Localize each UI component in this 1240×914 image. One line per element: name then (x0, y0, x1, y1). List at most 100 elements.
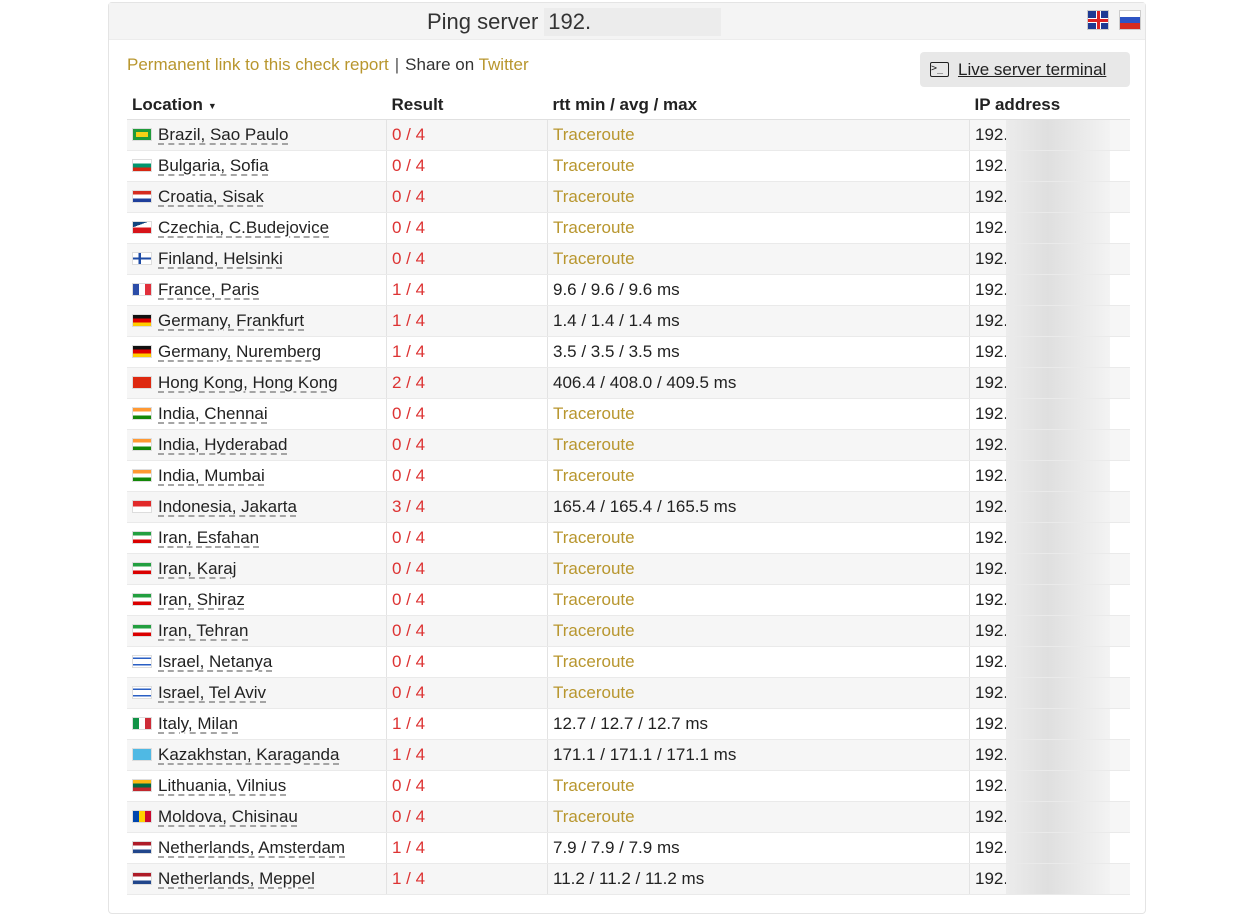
traceroute-link[interactable]: Traceroute (547, 212, 970, 244)
ip-redaction (1006, 306, 1110, 336)
germany-flag-icon (132, 314, 152, 327)
traceroute-link[interactable]: Traceroute (547, 398, 970, 430)
result-cell: 0 / 4 (386, 119, 548, 151)
location-link[interactable]: Lithuania, Vilnius (158, 776, 286, 795)
col-location[interactable]: Location ▼ (127, 91, 387, 120)
traceroute-link[interactable]: Traceroute (547, 429, 970, 461)
ip-prefix: 192. (975, 621, 1009, 640)
location-link[interactable]: France, Paris (158, 280, 259, 299)
live-terminal-button[interactable]: >_ Live server terminal (920, 52, 1130, 87)
ip-prefix: 192. (975, 559, 1009, 578)
result-cell: 0 / 4 (386, 677, 548, 709)
ip-prefix: 192. (975, 125, 1009, 144)
location-link[interactable]: India, Mumbai (158, 466, 265, 485)
live-terminal-label: Live server terminal (958, 59, 1107, 79)
table-header-row: Location ▼ Result rtt min / avg / max IP … (127, 91, 1130, 120)
location-link[interactable]: Germany, Frankfurt (158, 311, 304, 330)
location-link[interactable]: Hong Kong, Hong Kong (158, 373, 338, 392)
location-link[interactable]: Iran, Esfahan (158, 528, 259, 547)
location-link[interactable]: India, Hyderabad (158, 435, 287, 454)
location-link[interactable]: Israel, Tel Aviv (158, 683, 266, 702)
ip-redaction (1006, 275, 1110, 305)
title-text: Ping server (427, 9, 539, 34)
ip-cell: 192. (969, 305, 1130, 337)
results-table: Location ▼ Result rtt min / avg / max IP … (127, 91, 1130, 895)
location-link[interactable]: Italy, Milan (158, 714, 238, 733)
result-cell: 0 / 4 (386, 522, 548, 554)
location-cell: Moldova, Chisinau (127, 801, 387, 833)
page-title: Ping server 192. (427, 8, 722, 36)
ip-prefix: 192. (975, 373, 1009, 392)
location-link[interactable]: Croatia, Sisak (158, 187, 264, 206)
result-cell: 0 / 4 (386, 398, 548, 430)
ip-prefix: 192. (975, 435, 1009, 454)
ip-redaction (1006, 802, 1110, 832)
location-link[interactable]: Netherlands, Meppel (158, 869, 315, 888)
traceroute-link[interactable]: Traceroute (547, 646, 970, 678)
traceroute-link[interactable]: Traceroute (547, 677, 970, 709)
location-link[interactable]: Czechia, C.Budejovice (158, 218, 329, 237)
location-link[interactable]: Netherlands, Amsterdam (158, 838, 345, 857)
links-separator: | (394, 55, 400, 74)
result-cell: 1 / 4 (386, 274, 548, 306)
ip-prefix: 192. (975, 311, 1009, 330)
ip-redaction (1006, 585, 1110, 615)
location-link[interactable]: Iran, Tehran (158, 621, 248, 640)
report-links: Permanent link to this check report | Shar… (127, 55, 529, 75)
location-link[interactable]: Indonesia, Jakarta (158, 497, 297, 516)
twitter-link[interactable]: Twitter (479, 55, 529, 74)
location-link[interactable]: Finland, Helsinki (158, 249, 283, 268)
ip-cell: 192. (969, 460, 1130, 492)
ip-redaction (1006, 771, 1110, 801)
traceroute-link[interactable]: Traceroute (547, 522, 970, 554)
check-report-panel: Ping server 192. Permanent link to this … (108, 2, 1146, 914)
traceroute-link[interactable]: Traceroute (547, 181, 970, 213)
location-link[interactable]: Israel, Netanya (158, 652, 272, 671)
col-result: Result (386, 91, 548, 120)
location-link[interactable]: Brazil, Sao Paulo (158, 125, 288, 144)
ip-redaction (1006, 399, 1110, 429)
traceroute-link[interactable]: Traceroute (547, 584, 970, 616)
result-cell: 0 / 4 (386, 150, 548, 182)
permalink-link[interactable]: Permanent link to this check report (127, 55, 389, 74)
israel-flag-icon (132, 655, 152, 668)
location-link[interactable]: Bulgaria, Sofia (158, 156, 269, 175)
ip-redaction (1006, 740, 1110, 770)
traceroute-link[interactable]: Traceroute (547, 460, 970, 492)
ru-flag-icon[interactable] (1119, 10, 1141, 30)
ip-redaction (1006, 244, 1110, 274)
table-row: Germany, Frankfurt 1 / 4 1.4 / 1.4 / 1.4 m… (127, 305, 1130, 337)
traceroute-link[interactable]: Traceroute (547, 553, 970, 585)
traceroute-link[interactable]: Traceroute (547, 615, 970, 647)
traceroute-link[interactable]: Traceroute (547, 770, 970, 802)
location-link[interactable]: Moldova, Chisinau (158, 807, 298, 826)
location-link[interactable]: Iran, Karaj (158, 559, 236, 578)
result-cell: 3 / 4 (386, 491, 548, 523)
table-row: Kazakhstan, Karaganda 1 / 4 171.1 / 171.1 … (127, 739, 1130, 771)
terminal-icon: >_ (930, 62, 949, 77)
rtt-cell: 12.7 / 12.7 / 12.7 ms (547, 708, 970, 740)
bulgaria-flag-icon (132, 159, 152, 172)
table-row: India, Hyderabad 0 / 4 Traceroute 192. (127, 429, 1130, 461)
ip-prefix: 192. (975, 745, 1009, 764)
traceroute-link[interactable]: Traceroute (547, 150, 970, 182)
location-cell: Germany, Frankfurt (127, 305, 387, 337)
location-link[interactable]: Kazakhstan, Karaganda (158, 745, 339, 764)
uk-flag-icon[interactable] (1087, 10, 1109, 30)
traceroute-link[interactable]: Traceroute (547, 801, 970, 833)
location-link[interactable]: Iran, Shiraz (158, 590, 245, 609)
croatia-flag-icon (132, 190, 152, 203)
traceroute-link[interactable]: Traceroute (547, 243, 970, 275)
ip-cell: 192. (969, 832, 1130, 864)
location-link[interactable]: Germany, Nuremberg (158, 342, 321, 361)
location-link[interactable]: India, Chennai (158, 404, 268, 423)
sort-down-icon: ▼ (207, 100, 217, 111)
col-ip: IP address (969, 91, 1130, 120)
traceroute-link[interactable]: Traceroute (547, 119, 970, 151)
ip-prefix: 192. (975, 590, 1009, 609)
ip-prefix: 192. (975, 466, 1009, 485)
ip-cell: 192. (969, 553, 1130, 585)
result-cell: 0 / 4 (386, 584, 548, 616)
table-row: Israel, Netanya 0 / 4 Traceroute 192. (127, 646, 1130, 678)
location-cell: Italy, Milan (127, 708, 387, 740)
